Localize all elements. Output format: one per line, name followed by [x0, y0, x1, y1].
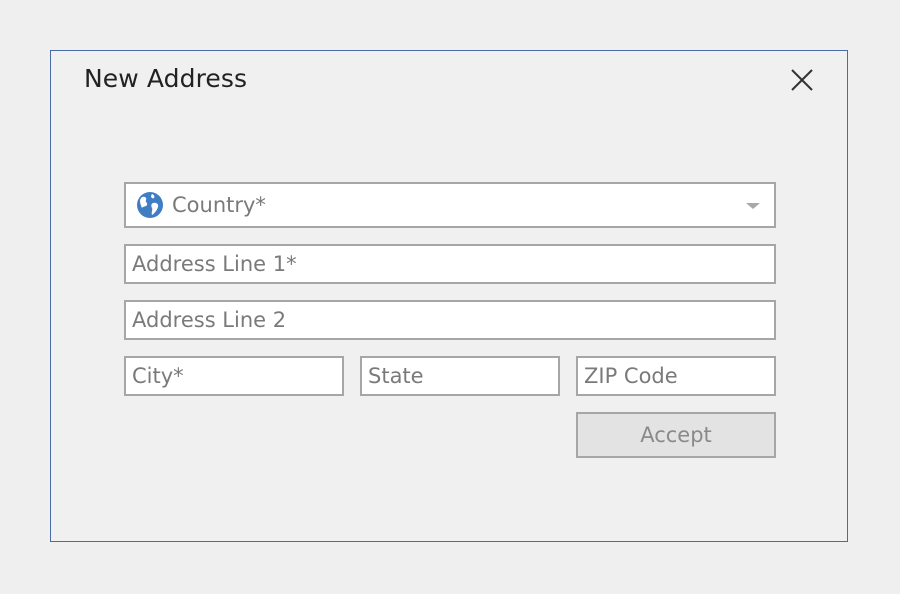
globe-icon	[136, 191, 164, 219]
accept-button[interactable]: Accept	[576, 412, 776, 458]
country-dropdown[interactable]: Country*	[124, 182, 776, 228]
dialog-title: New Address	[84, 64, 248, 93]
address-line-1-field[interactable]: Address Line 1*	[124, 244, 776, 284]
zip-code-field[interactable]: ZIP Code	[576, 356, 776, 396]
address-line-2-field[interactable]: Address Line 2	[124, 300, 776, 340]
chevron-down-icon[interactable]	[746, 203, 760, 209]
close-icon[interactable]	[787, 65, 817, 95]
state-field[interactable]: State	[360, 356, 560, 396]
new-address-dialog: New Address Country* Address Line 1* Add…	[50, 50, 848, 542]
country-placeholder: Country*	[172, 193, 266, 217]
city-field[interactable]: City*	[124, 356, 344, 396]
